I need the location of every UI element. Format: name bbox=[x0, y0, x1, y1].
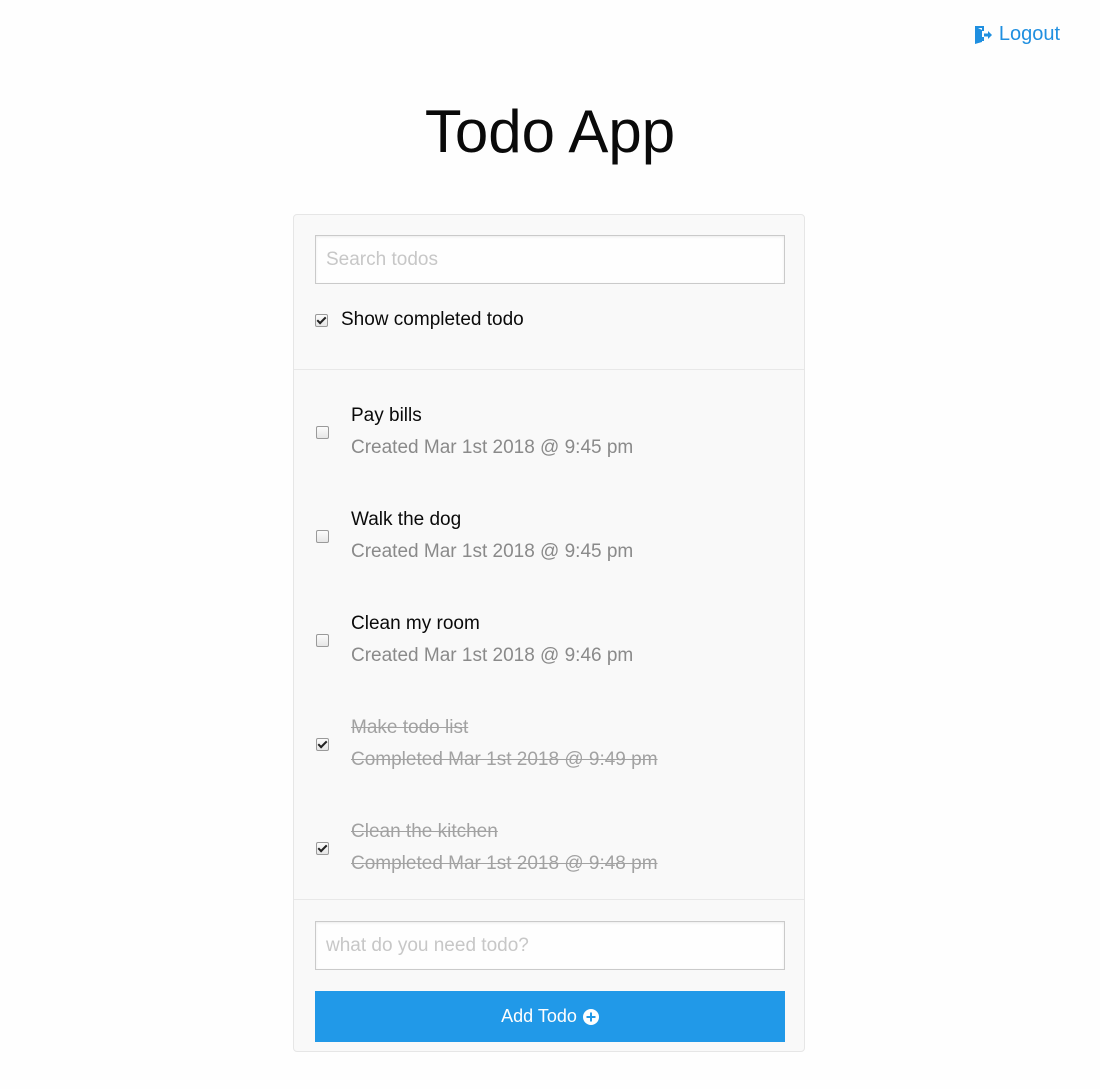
todo-text: Walk the dog Created Mar 1st 2018 @ 9:45… bbox=[351, 508, 633, 564]
add-todo-label: Add Todo bbox=[501, 1006, 577, 1026]
todo-text: Clean the kitchen Completed Mar 1st 2018… bbox=[351, 820, 658, 876]
todo-item[interactable]: Clean my room Created Mar 1st 2018 @ 9:4… bbox=[294, 588, 804, 692]
todo-date: Completed Mar 1st 2018 @ 9:49 pm bbox=[351, 749, 658, 770]
logout-link[interactable]: Logout bbox=[973, 23, 1060, 46]
todo-item[interactable]: Make todo list Completed Mar 1st 2018 @ … bbox=[294, 692, 804, 796]
todo-item[interactable]: Walk the dog Created Mar 1st 2018 @ 9:45… bbox=[294, 484, 804, 588]
todo-name: Make todo list bbox=[351, 717, 469, 738]
todo-text: Pay bills Created Mar 1st 2018 @ 9:45 pm bbox=[351, 404, 633, 460]
logout-label: Logout bbox=[998, 23, 1060, 45]
todo-date: Created Mar 1st 2018 @ 9:45 pm bbox=[351, 437, 634, 458]
todo-checkbox[interactable] bbox=[316, 425, 329, 439]
todo-text: Clean my room Created Mar 1st 2018 @ 9:4… bbox=[351, 612, 633, 668]
show-completed-label: Show completed todo bbox=[341, 309, 524, 330]
add-todo-section: Add Todo bbox=[294, 900, 804, 1042]
todo-name: Pay bills bbox=[351, 405, 422, 426]
todo-checkbox[interactable] bbox=[316, 737, 329, 751]
todo-checkbox[interactable] bbox=[316, 529, 329, 543]
show-completed-checkbox[interactable] bbox=[315, 313, 328, 327]
search-section: Show completed todo bbox=[294, 215, 804, 370]
todo-text: Make todo list Completed Mar 1st 2018 @ … bbox=[351, 716, 658, 772]
todo-date: Completed Mar 1st 2018 @ 9:48 pm bbox=[351, 853, 658, 874]
todo-item[interactable]: Pay bills Created Mar 1st 2018 @ 9:45 pm bbox=[294, 380, 804, 484]
todo-container: Show completed todo Pay bills Created Ma… bbox=[293, 214, 805, 1052]
new-todo-input[interactable] bbox=[315, 921, 785, 970]
todo-checkbox[interactable] bbox=[316, 841, 329, 855]
todo-list: Pay bills Created Mar 1st 2018 @ 9:45 pm… bbox=[294, 380, 804, 900]
todo-date: Created Mar 1st 2018 @ 9:45 pm bbox=[351, 541, 634, 562]
todo-checkbox[interactable] bbox=[316, 633, 329, 647]
search-input[interactable] bbox=[315, 235, 785, 284]
todo-name: Walk the dog bbox=[351, 509, 462, 530]
add-todo-button[interactable]: Add Todo bbox=[315, 991, 785, 1042]
show-completed-toggle[interactable]: Show completed todo bbox=[315, 309, 784, 331]
plus-circle-icon bbox=[582, 1008, 599, 1025]
todo-name: Clean my room bbox=[351, 613, 480, 634]
todo-name: Clean the kitchen bbox=[351, 821, 498, 842]
page: Logout Todo App Show completed todo Pay … bbox=[0, 0, 1100, 1089]
page-title: Todo App bbox=[424, 98, 676, 165]
sign-out-icon bbox=[973, 25, 993, 45]
todo-date: Created Mar 1st 2018 @ 9:46 pm bbox=[351, 645, 634, 666]
todo-item[interactable]: Clean the kitchen Completed Mar 1st 2018… bbox=[294, 796, 804, 900]
